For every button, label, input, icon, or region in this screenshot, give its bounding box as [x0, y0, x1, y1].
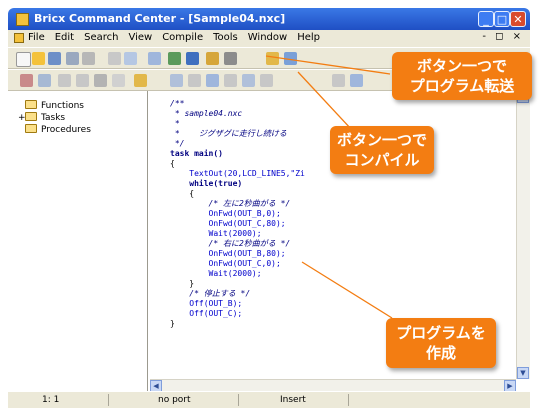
tools-icon[interactable]: [206, 52, 219, 65]
document-icon: [14, 33, 24, 43]
menu-view[interactable]: View: [128, 32, 152, 43]
code-line: Off(OUT_B);: [170, 299, 243, 308]
code-line: }: [170, 279, 195, 288]
tree-item-tasks[interactable]: + Tasks: [18, 112, 65, 123]
menu-bar: File Edit Search View Compile Tools Wind…: [8, 30, 530, 47]
title-bar: Bricx Command Center - [Sample04.nxc] _ …: [8, 8, 530, 30]
undo-icon[interactable]: [20, 74, 33, 87]
menu-file[interactable]: File: [28, 32, 45, 43]
scroll-down-icon[interactable]: ▼: [517, 367, 529, 379]
indent-icon[interactable]: [58, 74, 71, 87]
code-line: */: [170, 139, 185, 148]
remote-icon[interactable]: [206, 74, 219, 87]
code-line: * ジグザグに走行し続ける: [170, 129, 287, 138]
code-line: while(true): [170, 179, 243, 188]
app-icon: [16, 13, 29, 26]
mdi-controls[interactable]: - ◻ ×: [482, 31, 524, 42]
code-line: OnFwd(OUT_C,0);: [170, 259, 281, 268]
brick-icon[interactable]: [224, 52, 237, 65]
sound-icon[interactable]: [242, 74, 255, 87]
tree-item-functions[interactable]: Functions: [18, 100, 84, 111]
cursor-position: 1: 1: [42, 395, 60, 405]
code-line: TextOut(20,LCD_LINE5,"Zi: [170, 169, 305, 178]
expand-icon[interactable]: +: [18, 113, 26, 123]
menu-tools[interactable]: Tools: [213, 32, 238, 43]
horizontal-scrollbar[interactable]: ◀ ▶: [150, 379, 516, 392]
code-line: Wait(2000);: [170, 269, 262, 278]
status-bar: 1: 1 no port Insert: [8, 391, 530, 408]
folder-icon: [25, 112, 37, 121]
code-line: /**: [170, 99, 185, 108]
print-icon[interactable]: [66, 52, 79, 65]
menu-edit[interactable]: Edit: [55, 32, 74, 43]
find-icon[interactable]: [148, 52, 161, 65]
menu-window[interactable]: Window: [248, 32, 287, 43]
callout-create: プログラムを 作成: [386, 318, 496, 368]
insert-mode: Insert: [280, 395, 306, 405]
window-title: Bricx Command Center - [Sample04.nxc]: [34, 12, 286, 25]
motor-icon[interactable]: [170, 74, 183, 87]
code-line: {: [170, 189, 195, 198]
new-file-icon[interactable]: [16, 52, 31, 67]
callout-compile: ボタン一つで コンパイル: [330, 126, 434, 174]
redo-icon[interactable]: [38, 74, 51, 87]
copy-icon[interactable]: [124, 52, 137, 65]
compile-icon[interactable]: [284, 52, 297, 65]
comment-icon[interactable]: [94, 74, 107, 87]
bookmark-icon[interactable]: [134, 74, 147, 87]
open-folder-icon[interactable]: [32, 52, 45, 65]
menu-compile[interactable]: Compile: [162, 32, 203, 43]
firmware-icon[interactable]: [168, 52, 181, 65]
menu-search[interactable]: Search: [84, 32, 118, 43]
sensor-icon[interactable]: [188, 74, 201, 87]
code-line: * sample04.nxc: [170, 109, 243, 118]
settings-icon[interactable]: [186, 52, 199, 65]
code-line: Wait(2000);: [170, 229, 262, 238]
stop-icon[interactable]: [350, 74, 363, 87]
menu-help[interactable]: Help: [297, 32, 320, 43]
save-icon[interactable]: [48, 52, 61, 65]
maximize-button[interactable]: □: [494, 11, 510, 27]
code-line: *: [170, 119, 180, 128]
uncomment-icon[interactable]: [112, 74, 125, 87]
print-preview-icon[interactable]: [82, 52, 95, 65]
code-line: task main(): [170, 149, 223, 158]
run-icon[interactable]: [332, 74, 345, 87]
close-button[interactable]: ✕: [510, 11, 526, 27]
code-line: Off(OUT_C);: [170, 309, 243, 318]
cut-icon[interactable]: [108, 52, 121, 65]
minimize-button[interactable]: _: [478, 11, 494, 27]
callout-transfer: ボタン一つで プログラム転送: [392, 52, 532, 100]
code-line: /* 左に2秒曲がる */: [170, 199, 291, 208]
folder-icon: [25, 100, 37, 109]
code-line: /* 停止する */: [170, 289, 251, 298]
outdent-icon[interactable]: [76, 74, 89, 87]
watch-icon[interactable]: [224, 74, 237, 87]
code-line: OnFwd(OUT_B,80);: [170, 249, 286, 258]
code-line: /* 右に2秒曲がる */: [170, 239, 291, 248]
download-program-icon[interactable]: [266, 52, 279, 65]
code-line: }: [170, 319, 175, 328]
code-explorer: Functions + Tasks Procedures: [8, 91, 148, 391]
code-line: {: [170, 159, 175, 168]
port-status: no port: [158, 395, 191, 405]
code-line: OnFwd(OUT_B,0);: [170, 209, 281, 218]
tree-item-procedures[interactable]: Procedures: [18, 124, 91, 135]
vertical-scrollbar[interactable]: ▲ ▼: [516, 91, 530, 379]
code-line: OnFwd(OUT_C,80);: [170, 219, 286, 228]
folder-icon: [25, 124, 37, 133]
joystick-icon[interactable]: [260, 74, 273, 87]
